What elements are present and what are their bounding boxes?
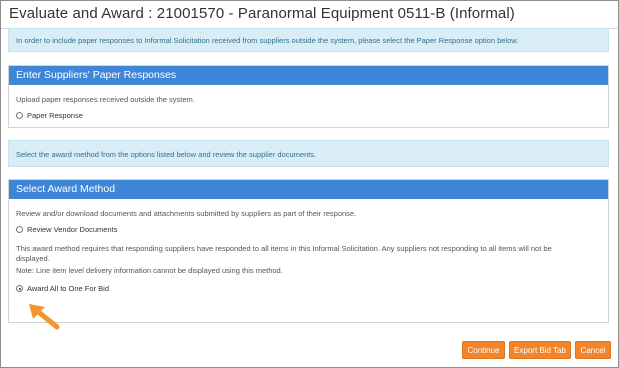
award-all-label: Award All to One For Bid [27,284,109,293]
paper-responses-panel: Enter Suppliers' Paper Responses Upload … [8,65,609,128]
paper-responses-description: Upload paper responses received outside … [16,95,195,104]
info-banner-paper: In order to include paper responses to I… [8,28,609,52]
cancel-button[interactable]: Cancel [575,341,611,359]
review-vendor-documents-label: Review Vendor Documents [27,225,118,234]
evaluate-award-dialog: Evaluate and Award : 21001570 - Paranorm… [0,0,619,368]
award-method-panel: Select Award Method Review and/or downlo… [8,179,609,323]
award-all-option[interactable]: Award All to One For Bid [16,284,109,293]
award-note-line-2: displayed. [16,254,50,263]
award-all-radio[interactable] [16,285,23,292]
export-bid-tab-button[interactable]: Export Bid Tab [509,341,571,359]
page-title: Evaluate and Award : 21001570 - Paranorm… [9,5,515,22]
arrow-pointer-icon [29,304,60,330]
review-vendor-documents-radio[interactable] [16,226,23,233]
award-note-line-3: Note: Line item level delivery informati… [16,266,283,275]
paper-response-option[interactable]: Paper Response [16,111,83,120]
info-banner-award: Select the award method from the options… [8,140,609,167]
review-vendor-documents-option[interactable]: Review Vendor Documents [16,225,117,234]
paper-responses-heading: Enter Suppliers' Paper Responses [9,66,608,85]
award-method-description: Review and/or download documents and att… [16,209,357,218]
paper-response-label: Paper Response [27,111,83,120]
award-method-heading: Select Award Method [9,180,608,199]
award-note-line-1: This award method requires that respondi… [16,244,552,253]
paper-response-radio[interactable] [16,112,23,119]
continue-button[interactable]: Continue [462,341,505,359]
